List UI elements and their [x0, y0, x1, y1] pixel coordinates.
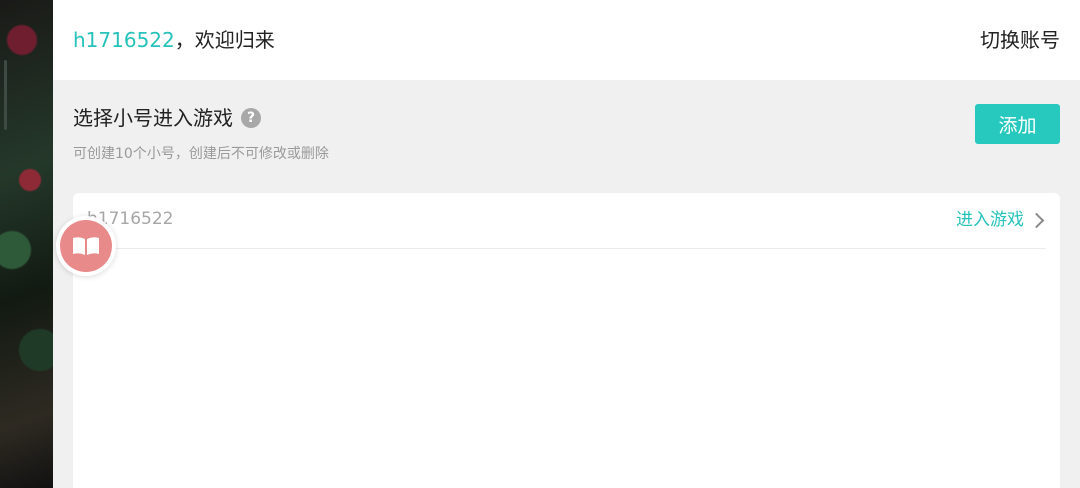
section-title-text: 选择小号进入游戏	[73, 106, 233, 130]
account-list: h1716522 进入游戏	[73, 193, 1060, 488]
add-button[interactable]: 添加	[975, 104, 1060, 144]
username: h1716522	[73, 28, 175, 52]
section-title: 选择小号进入游戏 ?	[73, 105, 261, 131]
switch-account-button[interactable]: 切换账号	[980, 27, 1060, 53]
section-hint: 可创建10个小号，创建后不可修改或删除	[73, 146, 329, 162]
floating-assistant-button[interactable]	[56, 216, 116, 276]
header: h1716522，欢迎归来 切换账号	[53, 0, 1080, 80]
book-icon	[73, 237, 99, 255]
chevron-right-icon	[1028, 209, 1046, 231]
floating-assistant-inner	[60, 220, 112, 272]
welcome-text: h1716522，欢迎归来	[73, 27, 275, 53]
game-background	[0, 0, 53, 488]
account-panel: h1716522，欢迎归来 切换账号 选择小号进入游戏 ? 可创建10个小号，创…	[53, 0, 1080, 488]
enter-game-button[interactable]: 进入游戏	[956, 209, 1046, 231]
help-icon[interactable]: ?	[241, 108, 261, 128]
enter-game-label: 进入游戏	[956, 210, 1024, 230]
screen: h1716522，欢迎归来 切换账号 选择小号进入游戏 ? 可创建10个小号，创…	[0, 0, 1080, 488]
account-row[interactable]: h1716522 进入游戏	[87, 193, 1046, 249]
welcome-suffix: ，欢迎归来	[174, 28, 275, 52]
